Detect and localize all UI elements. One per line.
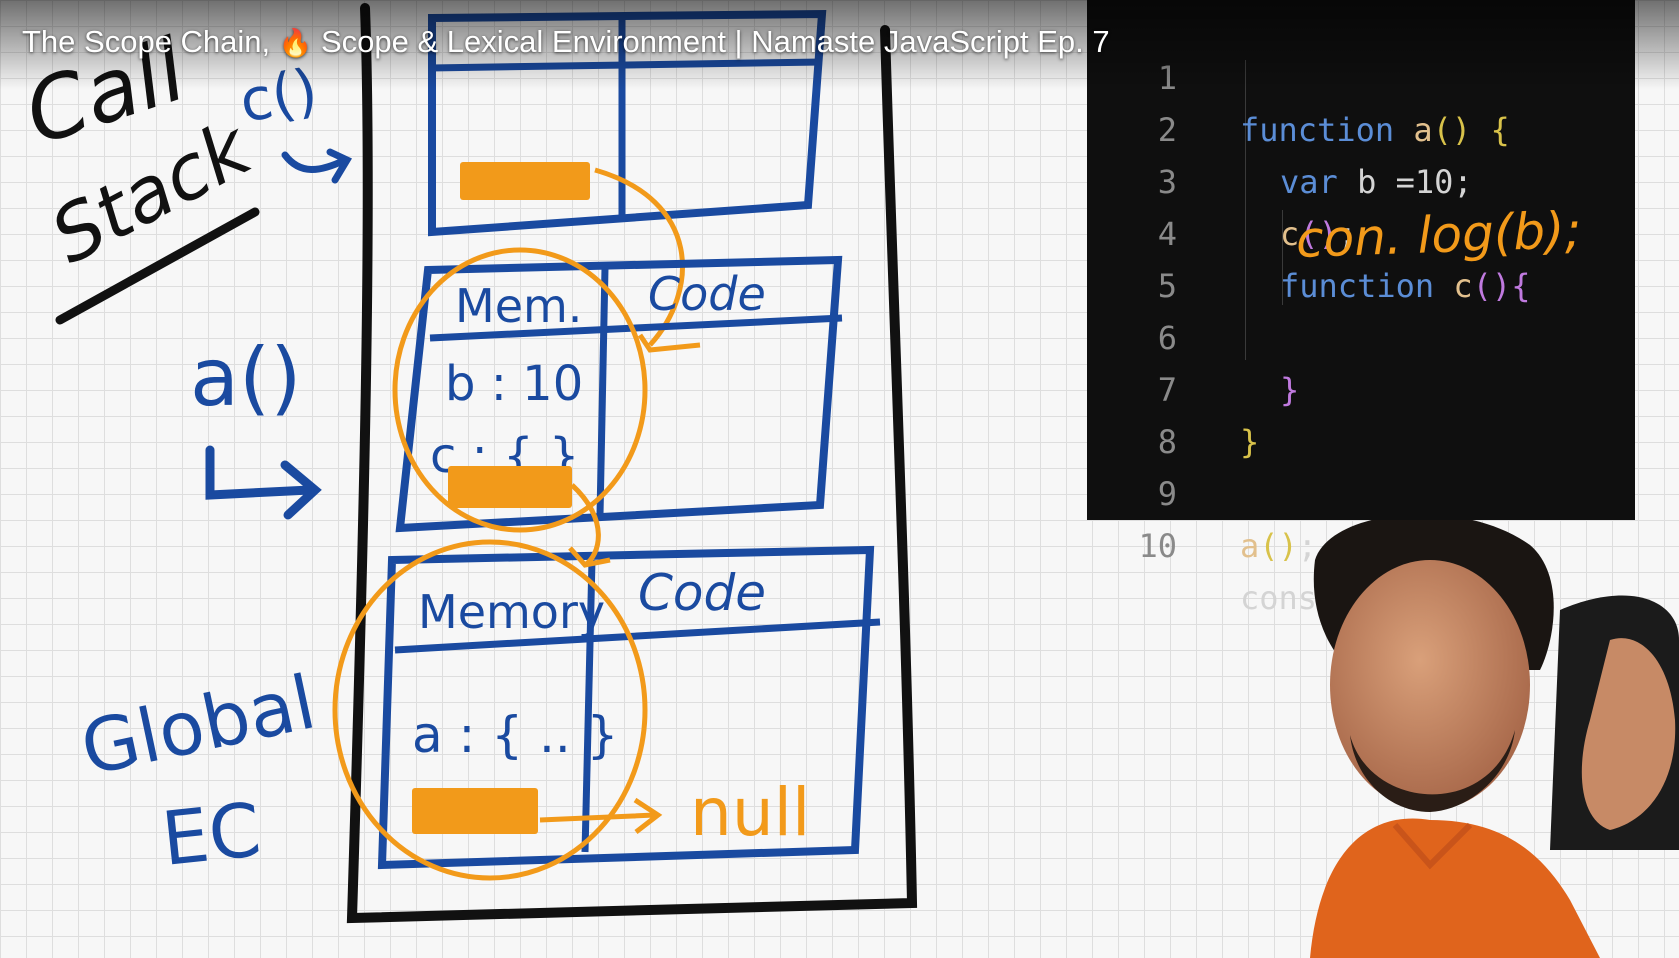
video-title-part1: The Scope Chain, — [22, 24, 279, 59]
code-line-7: 7 } — [1087, 312, 1635, 461]
video-title-bar: The Scope Chain, 🔥 Scope & Lexical Envir… — [0, 0, 1679, 90]
memory-header: Memory — [418, 585, 605, 639]
video-title[interactable]: The Scope Chain, 🔥 Scope & Lexical Envir… — [22, 24, 1110, 60]
code-header-global: Code — [638, 564, 766, 622]
ec-middle-lexical-env — [448, 466, 572, 508]
ec-top-lexical-env — [460, 162, 590, 200]
c-arrow — [281, 148, 352, 184]
presenter-face — [1330, 560, 1530, 810]
a-call-label: a() — [190, 331, 301, 424]
presenter-video — [1310, 520, 1679, 958]
ec-middle-divider-v — [596, 267, 609, 516]
mem-header: Mem. — [455, 279, 582, 333]
code-header-middle: Code — [648, 267, 766, 321]
code-line-10: 10 console.log(b); — [1087, 468, 1635, 617]
handwritten-console-log: con. log(b); — [1295, 201, 1583, 269]
line-number: 10 — [1138, 527, 1177, 565]
ec-global-lexical-env — [412, 788, 538, 834]
code-line-4: 4 function c(){ — [1087, 156, 1635, 305]
a-memory-entry: a : { .. } — [412, 706, 618, 764]
ec-label: EC — [158, 787, 265, 883]
code-line-9: 9 a(); — [1087, 416, 1635, 565]
code-text: a(); — [1240, 527, 1318, 565]
a-arrow — [205, 445, 322, 520]
video-frame: Call Stack c() Mem. Code b : 10 c : { } … — [0, 0, 1679, 958]
global-label: Global — [74, 659, 323, 792]
code-line-3: 3 c(); — [1087, 104, 1635, 253]
code-line-8: 8 — [1087, 364, 1635, 461]
fire-icon: 🔥 — [278, 28, 313, 58]
video-title-part2: Scope & Lexical Environment | Namaste Ja… — [312, 24, 1110, 59]
b-memory-entry: b : 10 — [445, 356, 583, 412]
null-label: null — [690, 774, 810, 851]
code-line-6: 6 } — [1087, 260, 1635, 409]
